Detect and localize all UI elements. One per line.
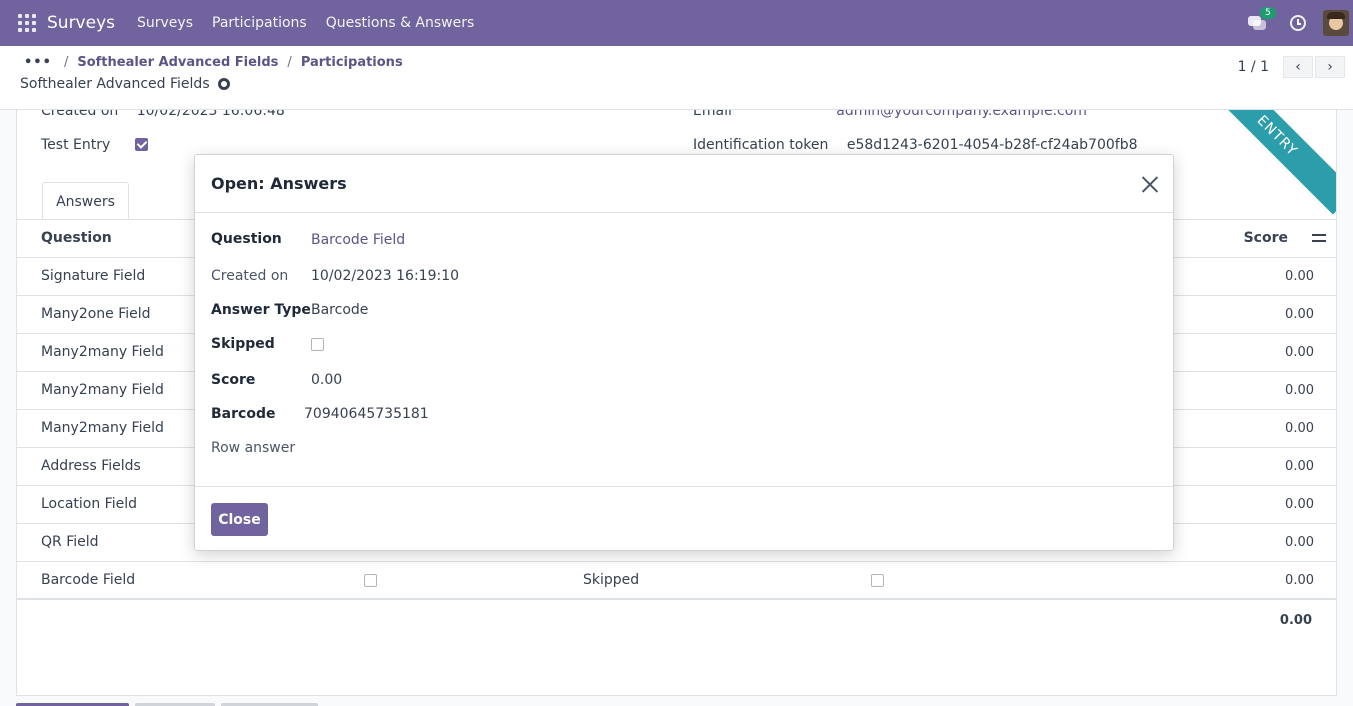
close-icon[interactable]	[1141, 175, 1159, 193]
answer-dialog: Open: Answers Question Barcode Field Cre…	[194, 154, 1174, 551]
barcode-label: Barcode	[211, 406, 276, 422]
barcode-value[interactable]: 70940645735181	[304, 406, 429, 422]
score-value[interactable]: 0.00	[311, 372, 342, 388]
question-label: Question	[211, 231, 282, 247]
close-button[interactable]: Close	[211, 503, 268, 536]
row-answer-label: Row answer	[211, 440, 296, 456]
answer-type-label: Answer Type	[211, 302, 311, 318]
skipped-checkbox[interactable]	[311, 338, 324, 351]
dialog-header: Open: Answers	[195, 155, 1173, 213]
dialog-footer: Close	[195, 486, 1173, 550]
created-on-label: Created on	[211, 268, 289, 284]
created-on-value: 10/02/2023 16:19:10	[311, 268, 460, 284]
answer-type-value[interactable]: Barcode	[311, 302, 368, 318]
question-value-link[interactable]: Barcode Field	[311, 232, 405, 248]
dialog-title: Open: Answers	[211, 174, 347, 193]
skipped-label: Skipped	[211, 336, 275, 352]
score-label: Score	[211, 372, 256, 388]
